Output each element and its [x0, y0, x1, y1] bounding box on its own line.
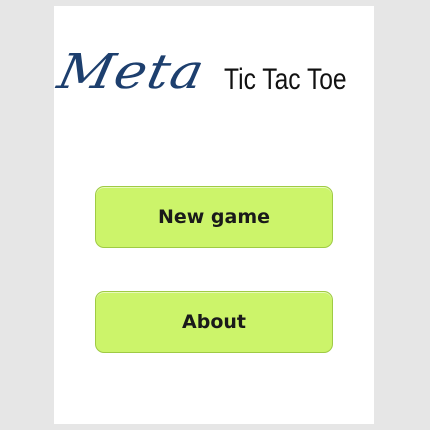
logo-script-text: Meta: [52, 44, 210, 100]
game-logo: Meta Tic Tac Toe: [53, 44, 374, 118]
new-game-button[interactable]: New game: [95, 186, 333, 248]
menu-panel: Meta Tic Tac Toe New game About: [53, 6, 374, 424]
about-button[interactable]: About: [95, 291, 333, 353]
logo-title-text: Tic Tac Toe: [224, 63, 347, 96]
